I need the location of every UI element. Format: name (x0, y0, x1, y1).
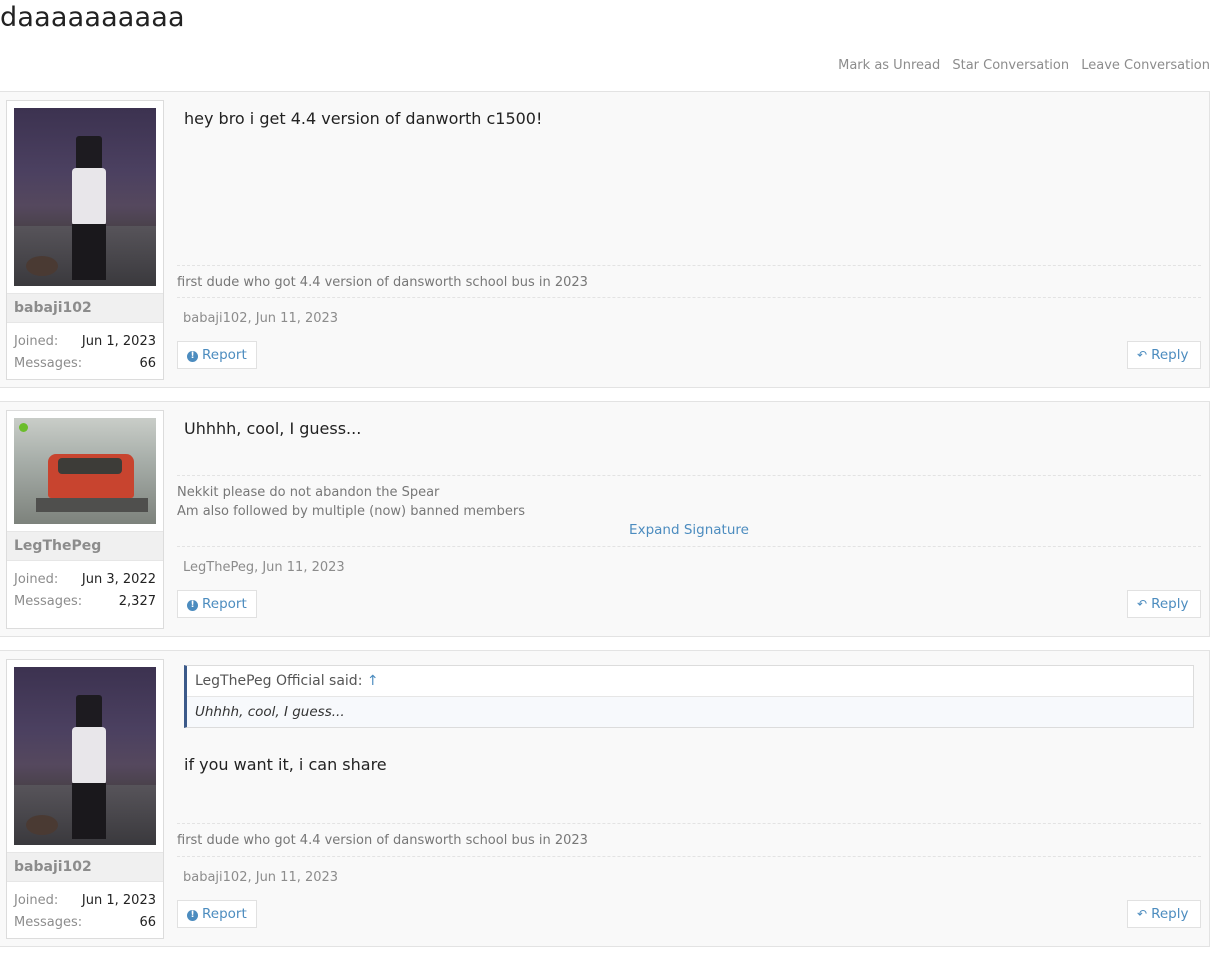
message-text: Uhhhh, cool, I guess... (184, 419, 362, 438)
message-text: hey bro i get 4.4 version of danworth c1… (184, 109, 543, 128)
quote-block: LegThePeg Official said: ↑ Uhhhh, cool, … (184, 665, 1194, 728)
report-label: Report (202, 347, 247, 363)
username[interactable]: LegThePeg (7, 531, 163, 561)
expand-signature-link[interactable]: Expand Signature (177, 521, 1201, 540)
reply-button[interactable]: ↶ Reply (1127, 590, 1201, 618)
reply-button[interactable]: ↶ Reply (1127, 341, 1201, 369)
star-conversation-link[interactable]: Star Conversation (952, 58, 1069, 73)
reply-button[interactable]: ↶ Reply (1127, 900, 1201, 928)
reply-arrow-icon: ↶ (1137, 348, 1148, 362)
message-post: LegThePeg Joined: Jun 3, 2022 Messages: 2,… (0, 401, 1210, 637)
quote-text: Uhhhh, cool, I guess... (187, 697, 1193, 727)
exclamation-circle-icon: ! (187, 351, 198, 362)
quote-author: LegThePeg Official said: (195, 673, 363, 689)
message-meta: babaji102, Jun 11, 2023 (177, 297, 1201, 326)
message-count: 2,327 (118, 594, 156, 609)
joined-label: Joined: (14, 893, 59, 908)
signature-line: Nekkit please do not abandon the Spear (177, 485, 440, 500)
user-block: babaji102 Joined: Jun 1, 2023 Messages: 66 (6, 659, 164, 939)
up-arrow-icon[interactable]: ↑ (367, 673, 379, 689)
message-post: babaji102 Joined: Jun 1, 2023 Messages: 66… (0, 91, 1210, 388)
online-indicator-icon (19, 423, 28, 432)
signature-line: Am also followed by multiple (now) banne… (177, 504, 526, 519)
joined-label: Joined: (14, 572, 59, 587)
leave-conversation-link[interactable]: Leave Conversation (1081, 58, 1210, 73)
avatar[interactable] (14, 667, 156, 845)
signature-text: first dude who got 4.4 version of danswo… (177, 275, 588, 290)
signature: first dude who got 4.4 version of danswo… (177, 265, 1201, 292)
user-extra-info: Joined: Jun 3, 2022 Messages: 2,327 (14, 569, 156, 613)
user-block: babaji102 Joined: Jun 1, 2023 Messages: 66 (6, 100, 164, 380)
report-button[interactable]: ! Report (177, 590, 257, 618)
quote-attribution: LegThePeg Official said: ↑ (187, 666, 1193, 697)
message-post: babaji102 Joined: Jun 1, 2023 Messages: 66… (0, 650, 1210, 947)
message-body: LegThePeg Official said: ↑ Uhhhh, cool, … (177, 651, 1201, 946)
signature-text: first dude who got 4.4 version of danswo… (177, 833, 588, 848)
author-date[interactable]: LegThePeg, Jun 11, 2023 (183, 560, 345, 575)
messages-label: Messages: (14, 594, 83, 609)
reply-arrow-icon: ↶ (1137, 907, 1148, 921)
message-count: 66 (139, 915, 156, 930)
message-count: 66 (139, 356, 156, 371)
reply-label: Reply (1151, 596, 1189, 612)
message-text: if you want it, i can share (184, 755, 387, 774)
message-body: hey bro i get 4.4 version of danworth c1… (177, 92, 1201, 387)
exclamation-circle-icon: ! (187, 910, 198, 921)
message-meta: babaji102, Jun 11, 2023 (177, 856, 1201, 885)
report-label: Report (202, 906, 247, 922)
report-button[interactable]: ! Report (177, 900, 257, 928)
report-label: Report (202, 596, 247, 612)
signature: Nekkit please do not abandon the Spear A… (177, 475, 1201, 540)
messages-label: Messages: (14, 356, 83, 371)
message-body: Uhhhh, cool, I guess... Nekkit please do… (177, 402, 1201, 636)
user-extra-info: Joined: Jun 1, 2023 Messages: 66 (14, 890, 156, 934)
author-date[interactable]: babaji102, Jun 11, 2023 (183, 311, 338, 326)
joined-date: Jun 3, 2022 (81, 572, 156, 587)
messages-label: Messages: (14, 915, 83, 930)
username[interactable]: babaji102 (7, 852, 163, 882)
user-extra-info: Joined: Jun 1, 2023 Messages: 66 (14, 331, 156, 375)
author-date[interactable]: babaji102, Jun 11, 2023 (183, 870, 338, 885)
reply-label: Reply (1151, 906, 1189, 922)
avatar[interactable] (14, 418, 156, 524)
conversation-actions: Mark as Unread Star Conversation Leave C… (830, 58, 1210, 73)
avatar[interactable] (14, 108, 156, 286)
reply-label: Reply (1151, 347, 1189, 363)
report-button[interactable]: ! Report (177, 341, 257, 369)
joined-date: Jun 1, 2023 (81, 893, 156, 908)
conversation-title: daaaaaaaaaa (0, 2, 185, 33)
username[interactable]: babaji102 (7, 293, 163, 323)
reply-arrow-icon: ↶ (1137, 597, 1148, 611)
joined-date: Jun 1, 2023 (81, 334, 156, 349)
joined-label: Joined: (14, 334, 59, 349)
user-block: LegThePeg Joined: Jun 3, 2022 Messages: 2,… (6, 410, 164, 629)
mark-unread-link[interactable]: Mark as Unread (838, 58, 940, 73)
message-meta: LegThePeg, Jun 11, 2023 (177, 546, 1201, 575)
exclamation-circle-icon: ! (187, 600, 198, 611)
signature: first dude who got 4.4 version of danswo… (177, 823, 1201, 850)
